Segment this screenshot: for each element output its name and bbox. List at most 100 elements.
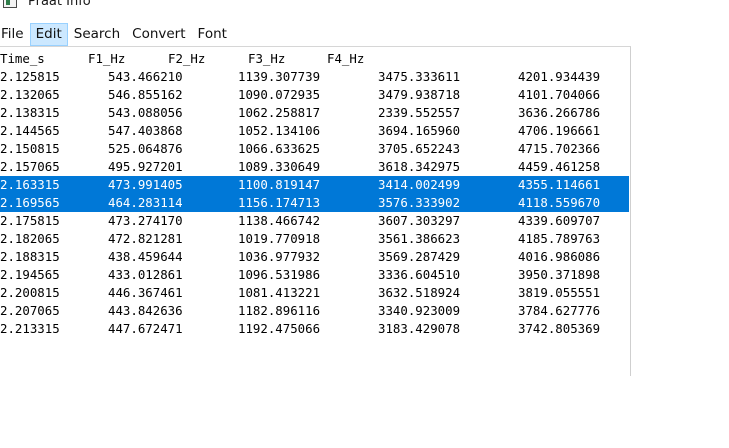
table-cell: 1019.770918 [238, 231, 321, 246]
table-cell: 438.459644 [108, 249, 183, 264]
table-cell: 1156.174713 [238, 195, 321, 210]
table-cell: 3636.266786 [518, 105, 601, 120]
table-row[interactable]: 2.207065 443.842636 1182.896116 3340.923009… [0, 302, 629, 320]
window-title: Praat Info [28, 0, 91, 9]
menu-file[interactable]: File [0, 23, 30, 46]
table-cell: 2.132065 [0, 87, 60, 102]
table-cell: 447.672471 [108, 321, 183, 336]
table-cell: 1139.307739 [238, 69, 321, 84]
table-row[interactable]: 2.175815 473.274170 1138.466742 3607.303297… [0, 212, 629, 230]
table-cell: 2.207065 [0, 303, 60, 318]
table-cell: 4185.789763 [518, 231, 601, 246]
menu-font[interactable]: Font [192, 23, 233, 46]
title-bar: Praat Info [0, 0, 729, 20]
table-row[interactable]: 2.200815 446.367461 1081.413221 3632.518924… [0, 284, 629, 302]
table-cell: 4118.559670 [518, 195, 601, 210]
table-row[interactable]: 2.182065 472.821281 1019.770918 3561.386623… [0, 230, 629, 248]
table-cell: 443.842636 [108, 303, 183, 318]
table-cell: 3414.002499 [378, 177, 461, 192]
table-cell: 1052.134106 [238, 123, 321, 138]
table-cell: 446.367461 [108, 285, 183, 300]
table-cell: 2.125815 [0, 69, 60, 84]
table-cell: 2.175815 [0, 213, 60, 228]
table-cell: 1036.977932 [238, 249, 321, 264]
table-cell: 3607.303297 [378, 213, 461, 228]
table-cell: 473.991405 [108, 177, 183, 192]
praat-app-icon [3, 0, 17, 8]
table-cell: 2.194565 [0, 267, 60, 282]
table-cell: 473.274170 [108, 213, 183, 228]
table-cell: 1096.531986 [238, 267, 321, 282]
header-f3: F3_Hz [248, 51, 286, 66]
table-cell: 464.283114 [108, 195, 183, 210]
table-cell: 3479.938718 [378, 87, 461, 102]
table-row[interactable]: 2.138315 543.088056 1062.258817 2339.552557… [0, 104, 629, 122]
table-cell: 4706.196661 [518, 123, 601, 138]
table-cell: 3705.652243 [378, 141, 461, 156]
table-cell: 2.138315 [0, 105, 60, 120]
table-cell: 1138.466742 [238, 213, 321, 228]
window-background [0, 376, 729, 448]
info-text-area[interactable]: Time_s F1_Hz F2_Hz F3_Hz F4_Hz 2.125815 5… [0, 46, 631, 376]
table-cell: 2.169565 [0, 195, 60, 210]
table-cell: 1182.896116 [238, 303, 321, 318]
table-cell: 3569.287429 [378, 249, 461, 264]
table-cell: 472.821281 [108, 231, 183, 246]
table-cell: 3576.333902 [378, 195, 461, 210]
table-cell: 3784.627776 [518, 303, 601, 318]
table-cell: 543.088056 [108, 105, 183, 120]
table-cell: 546.855162 [108, 87, 183, 102]
table-cell: 2.150815 [0, 141, 60, 156]
table-row[interactable]: 2.188315 438.459644 1036.977932 3569.287429… [0, 248, 629, 266]
table-cell: 1090.072935 [238, 87, 321, 102]
table-cell: 543.466210 [108, 69, 183, 84]
table-cell: 495.927201 [108, 159, 183, 174]
table-row[interactable]: 2.157065 495.927201 1089.330649 3618.342975… [0, 158, 629, 176]
header-row: Time_s F1_Hz F2_Hz F3_Hz F4_Hz [0, 50, 629, 68]
table-cell: 547.403868 [108, 123, 183, 138]
table-cell: 2339.552557 [378, 105, 461, 120]
table-cell: 2.144565 [0, 123, 60, 138]
menu-search[interactable]: Search [68, 23, 126, 46]
table-row[interactable]: 2.163315 473.991405 1100.819147 3414.002499… [0, 176, 629, 194]
table-cell: 2.163315 [0, 177, 60, 192]
table-cell: 3950.371898 [518, 267, 601, 282]
table-cell: 4101.704066 [518, 87, 601, 102]
table-cell: 3618.342975 [378, 159, 461, 174]
table-cell: 1081.413221 [238, 285, 321, 300]
table-row[interactable]: 2.125815 543.466210 1139.307739 3475.333611… [0, 68, 629, 86]
table-cell: 433.012861 [108, 267, 183, 282]
table-cell: 3561.386623 [378, 231, 461, 246]
table-cell: 3340.923009 [378, 303, 461, 318]
table-row[interactable]: 2.150815 525.064876 1066.633625 3705.652243… [0, 140, 629, 158]
table-cell: 1089.330649 [238, 159, 321, 174]
table-cell: 4201.934439 [518, 69, 601, 84]
table-cell: 4016.986086 [518, 249, 601, 264]
table-cell: 3694.165960 [378, 123, 461, 138]
table-cell: 3475.333611 [378, 69, 461, 84]
table-row[interactable]: 2.144565 547.403868 1052.134106 3694.165960… [0, 122, 629, 140]
table-cell: 2.188315 [0, 249, 60, 264]
table-cell: 4339.609707 [518, 213, 601, 228]
table-cell: 2.157065 [0, 159, 60, 174]
table-row[interactable]: 2.132065 546.855162 1090.072935 3479.938718… [0, 86, 629, 104]
table-row[interactable]: 2.169565 464.283114 1156.174713 3576.333902… [0, 194, 629, 212]
header-f1: F1_Hz [88, 51, 126, 66]
table-cell: 1192.475066 [238, 321, 321, 336]
table-cell: 4459.461258 [518, 159, 601, 174]
menu-convert[interactable]: Convert [126, 23, 191, 46]
menu-bar: File Edit Search Convert Font [0, 22, 729, 46]
table-cell: 3742.805369 [518, 321, 601, 336]
table-row[interactable]: 2.194565 433.012861 1096.531986 3336.604510… [0, 266, 629, 284]
header-f2: F2_Hz [168, 51, 206, 66]
header-time: Time_s [0, 51, 45, 66]
table-cell: 2.182065 [0, 231, 60, 246]
table-cell: 3336.604510 [378, 267, 461, 282]
menu-edit[interactable]: Edit [29, 22, 68, 46]
table-cell: 3183.429078 [378, 321, 461, 336]
table-cell: 4355.114661 [518, 177, 601, 192]
table-cell: 1066.633625 [238, 141, 321, 156]
table-cell: 2.213315 [0, 321, 60, 336]
table-row[interactable]: 2.213315 447.672471 1192.475066 3183.429078… [0, 320, 629, 338]
table-cell: 3819.055551 [518, 285, 601, 300]
